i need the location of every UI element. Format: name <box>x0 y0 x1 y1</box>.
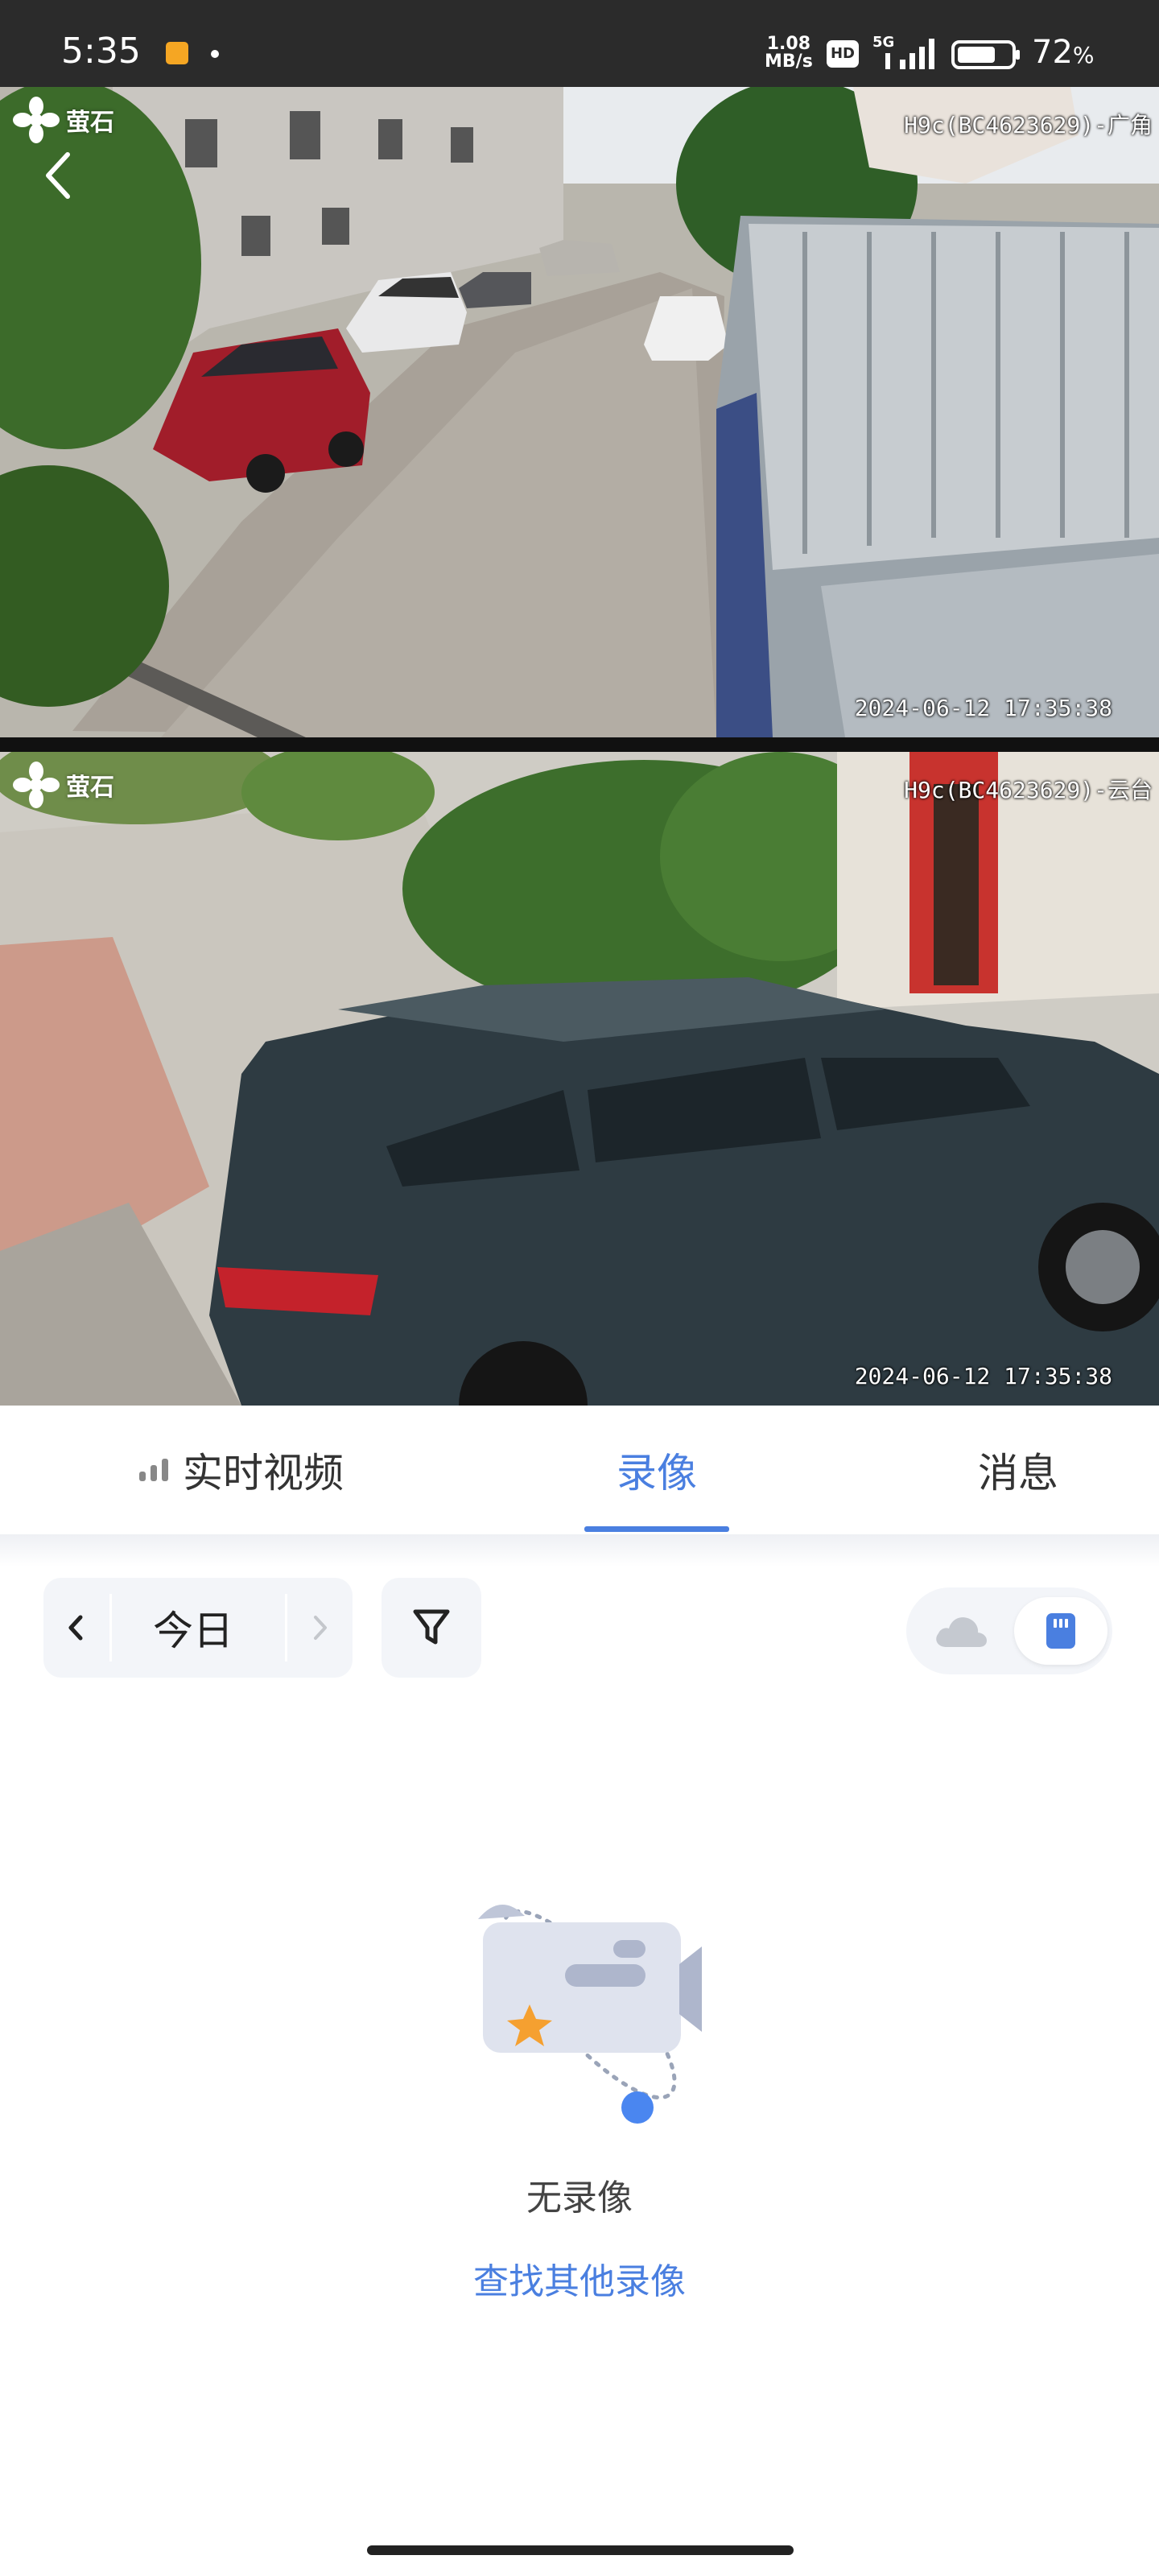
tab-messages[interactable]: 消息 <box>926 1406 1111 1534</box>
camera-label-ptz: H9c(BC4623629)-云台 <box>904 777 1153 803</box>
signal-5g-icon: 5G <box>872 34 934 69</box>
ezviz-logo-icon <box>13 97 60 143</box>
sd-card-icon <box>1046 1613 1075 1649</box>
ezviz-logo-icon <box>13 762 60 808</box>
date-picker-divider <box>285 1594 287 1662</box>
tab-recording-label: 录像 <box>617 1450 697 1496</box>
tab-live-video-label: 实时视频 <box>183 1450 344 1496</box>
tab-live-video[interactable]: 实时视频 <box>113 1406 370 1534</box>
chevron-left-icon <box>68 1615 83 1641</box>
network-speed-value: 1.08 <box>766 34 811 54</box>
active-tab-indicator <box>584 1526 729 1532</box>
ezviz-logo-text: 萤石 <box>66 774 114 802</box>
tab-bar: 实时视频 录像 消息 <box>0 1406 1159 1534</box>
date-picker: 今日 <box>43 1578 353 1678</box>
camera-feed-wide-image <box>0 87 1159 737</box>
camera-feed-ptz-image <box>0 752 1159 1406</box>
sd-card-option[interactable] <box>1014 1597 1107 1665</box>
no-recording-illustration <box>478 1904 702 2124</box>
battery-percent: 72% <box>1032 34 1095 71</box>
camera-feed-wide[interactable]: 萤石 H9c(BC4623629)-广角 2024-06-12 17:35:38 <box>0 87 1159 737</box>
notification-dot-icon <box>211 50 219 58</box>
chevron-right-icon <box>314 1616 327 1640</box>
tab-recording[interactable]: 录像 <box>584 1406 729 1534</box>
storage-source-toggle <box>906 1587 1112 1674</box>
no-recording-text: 无录像 <box>526 2178 633 2219</box>
back-chevron-icon[interactable] <box>35 143 84 208</box>
status-bar: 5:35 1.08 MB/s HD 5G 72% <box>0 0 1159 87</box>
cloud-icon <box>936 1617 987 1647</box>
orbit-dot <box>621 2091 654 2124</box>
next-day-button[interactable] <box>288 1578 353 1678</box>
home-indicator[interactable] <box>367 2545 794 2555</box>
tab-messages-label: 消息 <box>978 1450 1058 1496</box>
tab-bar-shadow <box>0 1534 1159 1567</box>
signal-bars-icon <box>139 1459 168 1481</box>
network-speed: 1.08 MB/s <box>765 35 813 71</box>
dark-suv <box>209 977 1159 1406</box>
hd-voice-icon: HD <box>827 40 859 68</box>
notification-app-icon <box>166 42 188 64</box>
previous-day-button[interactable] <box>43 1578 108 1678</box>
feed-divider <box>0 737 1159 752</box>
cloud-storage-option[interactable] <box>930 1605 992 1657</box>
battery-icon <box>951 40 1020 69</box>
find-other-recordings-link[interactable]: 查找其他录像 <box>419 2252 740 2304</box>
ezviz-logo-text: 萤石 <box>66 109 114 137</box>
camera-label-wide: H9c(BC4623629)-广角 <box>904 112 1153 138</box>
network-speed-unit: MB/s <box>765 52 813 72</box>
status-time: 5:35 <box>61 31 141 72</box>
camera-timestamp-wide: 2024-06-12 17:35:38 <box>854 695 1112 721</box>
filter-button[interactable] <box>382 1578 481 1678</box>
filter-icon <box>413 1609 450 1645</box>
ezviz-logo: 萤石 <box>13 762 114 808</box>
camera-timestamp-ptz: 2024-06-12 17:35:38 <box>854 1363 1112 1389</box>
camera-feed-ptz[interactable]: 萤石 H9c(BC4623629)-云台 2024-06-12 17:35:38 <box>0 752 1159 1406</box>
date-picker-divider <box>109 1594 112 1662</box>
network-type: 5G <box>872 34 894 51</box>
ezviz-logo: 萤石 <box>13 97 114 143</box>
